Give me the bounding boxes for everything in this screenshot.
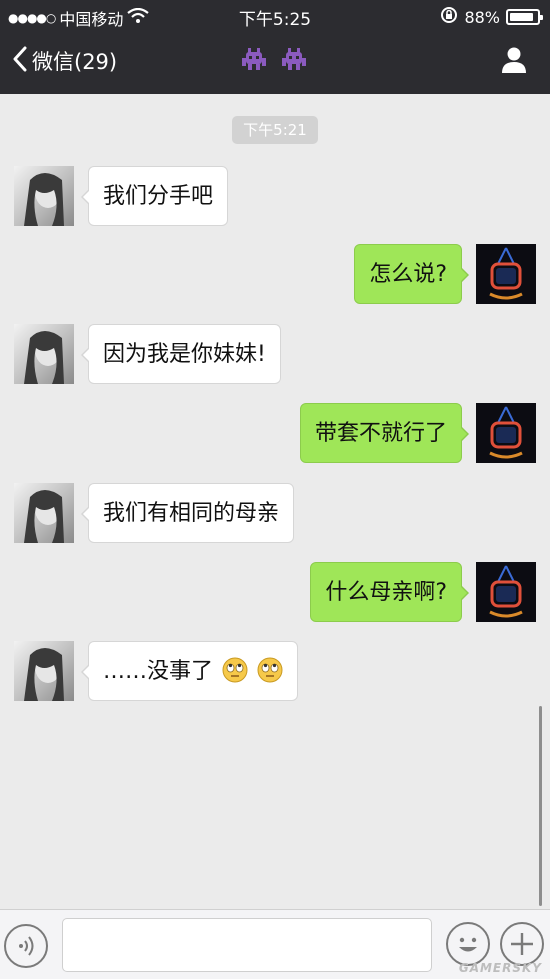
orientation-lock-icon <box>440 6 458 28</box>
plus-button[interactable] <box>500 922 544 966</box>
incoming-message-bubble[interactable]: 我们分手吧 <box>80 166 229 226</box>
contact-avatar[interactable] <box>14 324 74 384</box>
incoming-message-bubble[interactable]: ……没事了 <box>80 641 299 701</box>
battery-icon <box>506 9 543 25</box>
chat-scrollbar[interactable] <box>539 706 542 906</box>
user-avatar[interactable] <box>476 244 536 304</box>
message-row: 因为我是你妹妹! <box>0 324 550 386</box>
chat-area[interactable]: 下午5:21 我们分手吧 怎么说? 因为我是你妹妹! 带套不就行了 我们有相同的… <box>0 94 550 909</box>
back-button[interactable]: 微信(29) <box>12 46 117 76</box>
message-timestamp: 下午5:21 <box>232 116 318 144</box>
user-avatar[interactable] <box>476 403 536 463</box>
alien-icon <box>242 48 266 70</box>
chat-title <box>240 48 308 72</box>
chevron-left-icon <box>12 46 28 76</box>
voice-icon <box>19 936 34 956</box>
contact-avatar[interactable] <box>14 483 74 543</box>
voice-button[interactable] <box>4 924 48 968</box>
status-bar: ●●●●○ 中国移动 下午5:25 88% <box>0 0 550 32</box>
back-label: 微信(29) <box>32 50 118 74</box>
watermark: GAMERSKY <box>458 961 542 975</box>
battery-fill <box>510 13 533 21</box>
contact-avatar[interactable] <box>14 166 74 226</box>
message-row: ……没事了 <box>0 641 550 703</box>
emoji-button[interactable] <box>446 922 490 966</box>
user-avatar[interactable] <box>476 562 536 622</box>
input-bar: GAMERSKY <box>0 909 550 979</box>
nav-bar: 微信(29) <box>0 36 550 90</box>
rolling-eyes-emoji <box>257 657 283 683</box>
battery-percent: 88% <box>464 7 500 27</box>
message-row: 怎么说? <box>0 244 550 306</box>
smiley-icon <box>459 937 477 952</box>
contact-avatar[interactable] <box>14 641 74 701</box>
incoming-message-bubble[interactable]: 因为我是你妹妹! <box>81 324 281 384</box>
rolling-eyes-emoji <box>222 657 248 683</box>
message-input[interactable] <box>62 918 432 972</box>
outgoing-message-bubble[interactable]: 带套不就行了 <box>299 403 470 463</box>
message-row: 我们有相同的母亲 <box>0 483 550 545</box>
message-row: 带套不就行了 <box>0 403 550 465</box>
plus-icon <box>511 933 533 955</box>
outgoing-message-bubble[interactable]: 怎么说? <box>354 244 469 304</box>
top-bar: ●●●●○ 中国移动 下午5:25 88% 微信(29) <box>0 0 550 94</box>
status-right: 88% <box>440 6 543 28</box>
alien-icon <box>282 48 306 70</box>
message-row: 什么母亲啊? <box>0 562 550 624</box>
message-text: ……没事了 <box>103 659 214 684</box>
person-icon[interactable] <box>500 46 528 78</box>
incoming-message-bubble[interactable]: 我们有相同的母亲 <box>80 483 295 543</box>
outgoing-message-bubble[interactable]: 什么母亲啊? <box>310 562 469 622</box>
message-row: 我们分手吧 <box>0 166 550 228</box>
